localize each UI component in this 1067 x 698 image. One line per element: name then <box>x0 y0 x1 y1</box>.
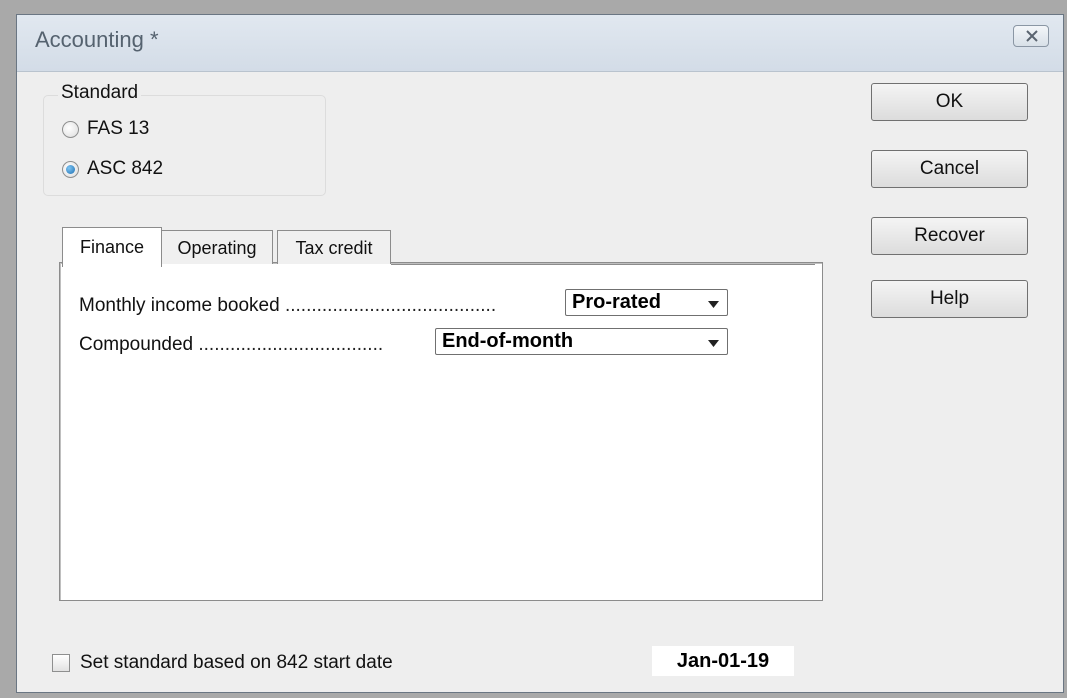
compounded-leader-dots: ................................... <box>198 334 384 355</box>
tab-operating[interactable]: Operating <box>161 230 273 264</box>
chevron-down-icon <box>708 340 719 347</box>
ok-button[interactable]: OK <box>871 83 1028 121</box>
monthly-income-label: Monthly income booked ..................… <box>79 295 496 317</box>
help-button[interactable]: Help <box>871 280 1028 318</box>
standard-groupbox <box>43 95 326 196</box>
monthly-income-label-text: Monthly income booked <box>79 295 280 316</box>
title-bar: Accounting * <box>17 15 1063 72</box>
close-button[interactable] <box>1013 25 1049 47</box>
compounded-label-text: Compounded <box>79 334 194 355</box>
radio-fas13-button[interactable] <box>62 120 79 138</box>
window-title: Accounting * <box>35 27 159 52</box>
radio-fas13[interactable]: FAS 13 <box>62 118 149 140</box>
tab-tax-credit[interactable]: Tax credit <box>277 230 391 264</box>
standard-group-label: Standard <box>58 82 142 104</box>
monthly-income-leader-dots: ........................................ <box>284 295 497 316</box>
radio-asc842-button[interactable] <box>62 160 79 178</box>
set-standard-label: Set standard based on 842 start date <box>80 652 393 673</box>
tab-baseline <box>391 264 815 265</box>
tab-finance[interactable]: Finance <box>62 227 162 267</box>
recover-button[interactable]: Recover <box>871 217 1028 255</box>
chevron-down-icon <box>708 301 719 308</box>
cancel-button[interactable]: Cancel <box>871 150 1028 188</box>
monthly-income-select[interactable]: Pro-rated <box>565 289 728 316</box>
compounded-value: End-of-month <box>442 330 574 352</box>
radio-asc842[interactable]: ASC 842 <box>62 158 163 180</box>
set-standard-checkbox[interactable] <box>52 654 70 672</box>
monthly-income-value: Pro-rated <box>572 291 661 313</box>
start-date-value: Jan-01-19 <box>652 646 794 676</box>
compounded-label: Compounded .............................… <box>79 334 383 356</box>
radio-fas13-label: FAS 13 <box>87 118 150 139</box>
close-icon <box>1026 30 1038 42</box>
radio-asc842-label: ASC 842 <box>87 158 164 179</box>
compounded-select[interactable]: End-of-month <box>435 328 728 355</box>
